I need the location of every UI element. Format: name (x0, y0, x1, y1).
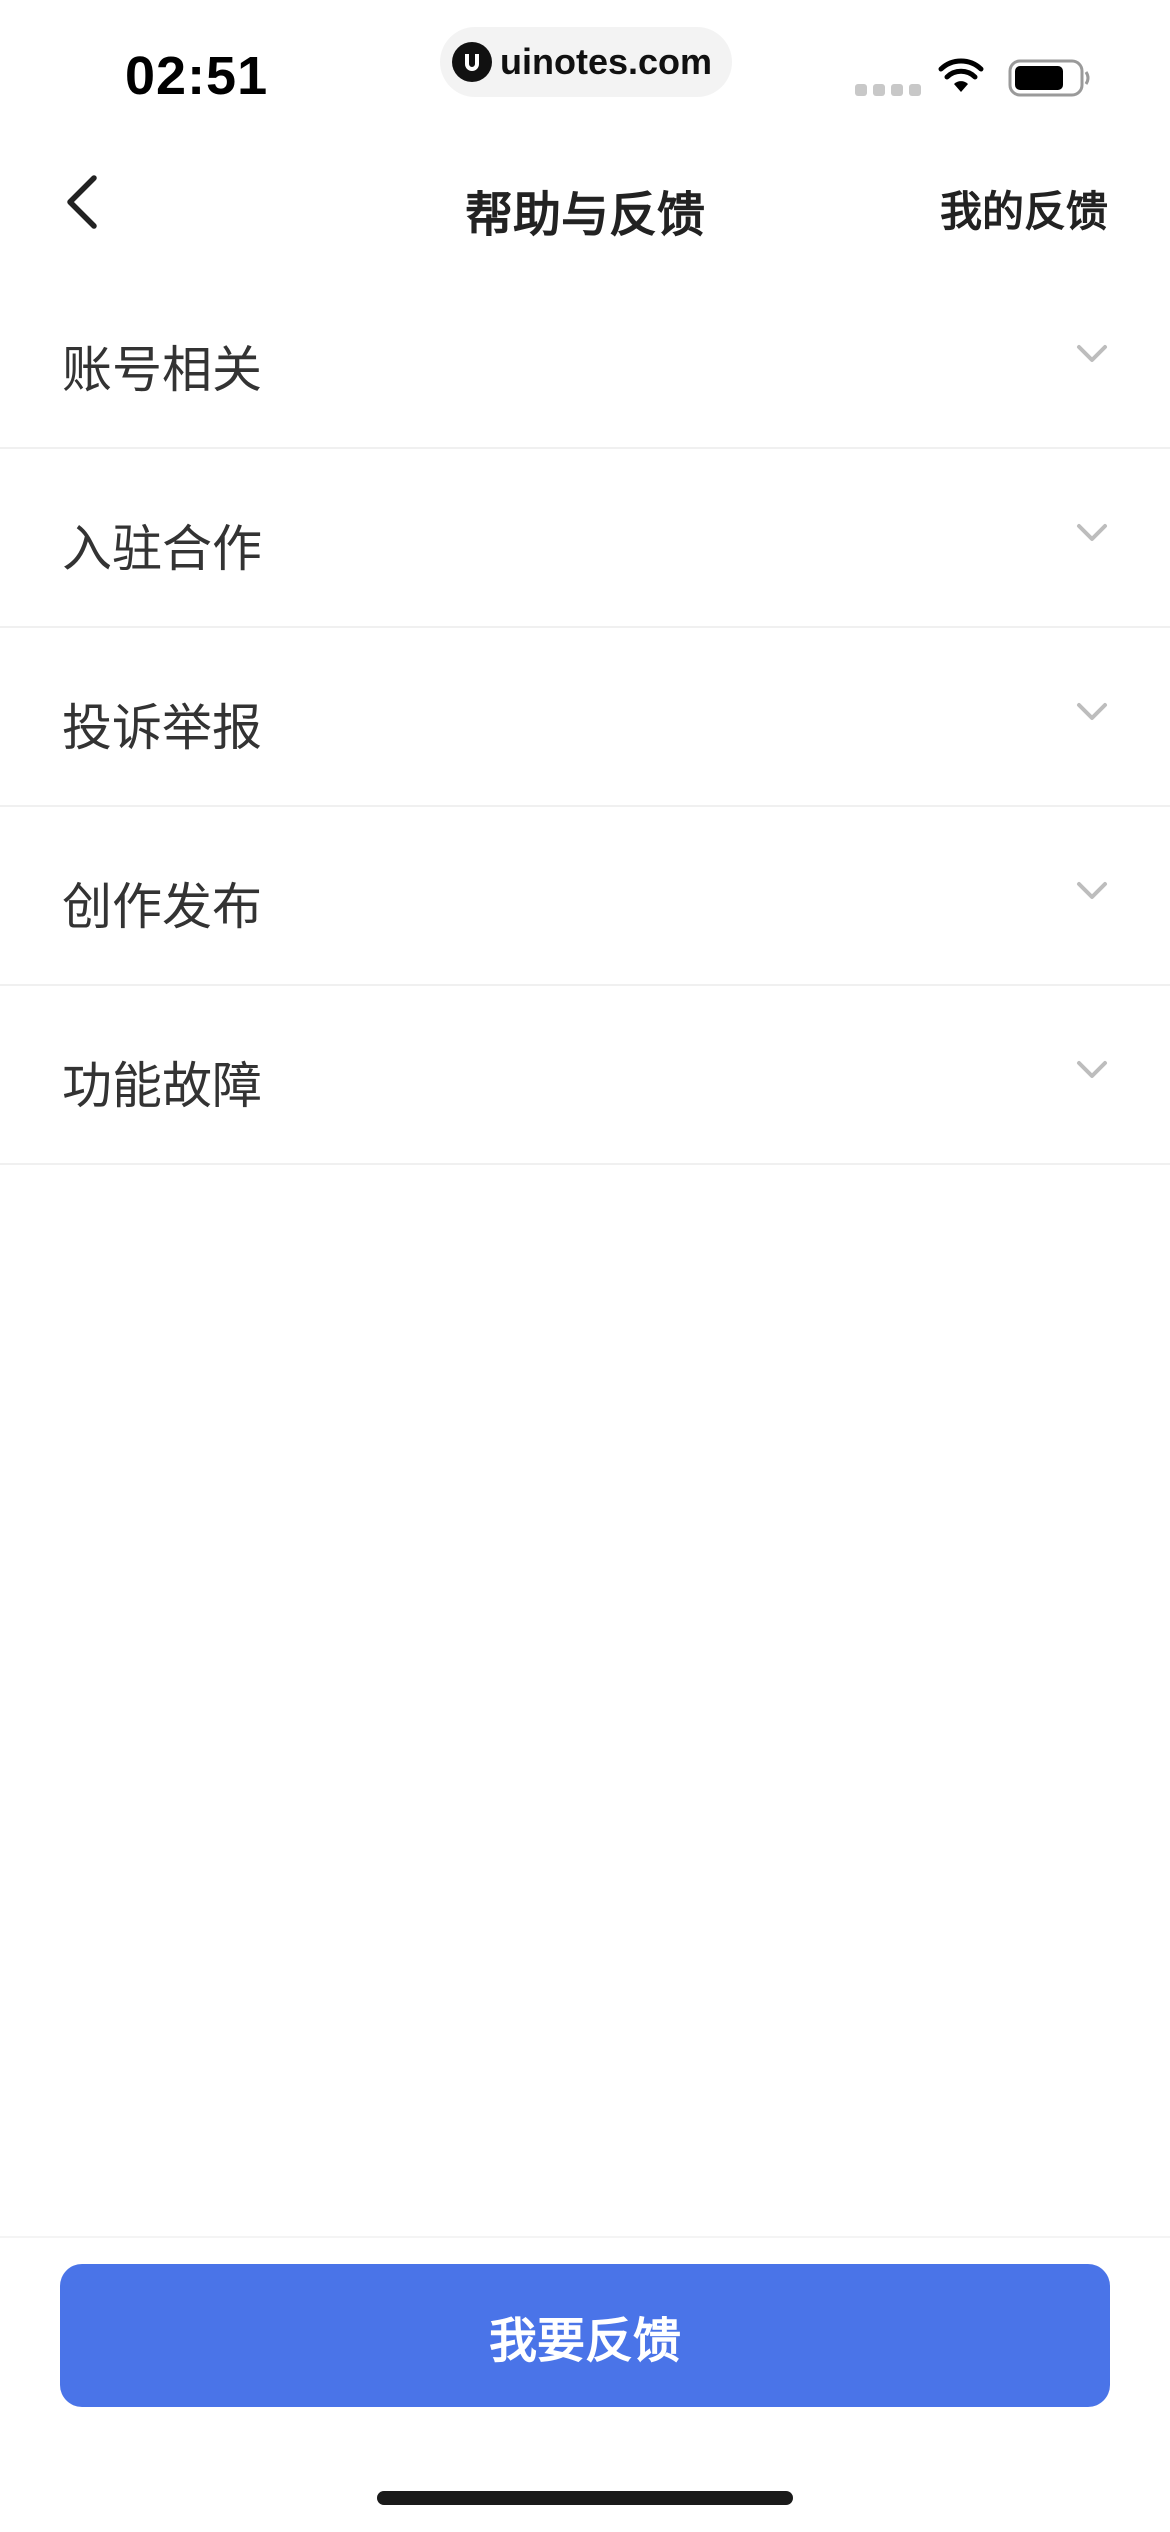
status-time: 02:51 (125, 46, 269, 106)
faq-item-report[interactable]: 投诉举报 (0, 628, 1170, 807)
wifi-icon (938, 58, 984, 98)
help-feedback-screen: 02:51 uinotes.com 帮助与反馈 我的反馈 账号相关 入驻合作 投… (0, 0, 1170, 2532)
status-bar: 02:51 uinotes.com (0, 0, 1170, 140)
faq-item-account[interactable]: 账号相关 (0, 270, 1170, 449)
faq-item-publishing[interactable]: 创作发布 (0, 807, 1170, 986)
site-badge: uinotes.com (440, 27, 732, 97)
faq-item-label: 创作发布 (62, 878, 262, 936)
faq-item-label: 投诉举报 (62, 699, 262, 757)
site-label: uinotes.com (500, 41, 713, 82)
submit-feedback-button[interactable]: 我要反馈 (60, 2264, 1110, 2407)
site-logo-icon (452, 42, 492, 82)
faq-item-label: 账号相关 (62, 341, 262, 399)
my-feedback-link[interactable]: 我的反馈 (940, 178, 1108, 239)
chevron-down-icon (1077, 524, 1107, 541)
chevron-down-icon (1077, 345, 1107, 362)
faq-item-bugs[interactable]: 功能故障 (0, 986, 1170, 1165)
home-indicator[interactable] (377, 2491, 793, 2505)
faq-item-partnership[interactable]: 入驻合作 (0, 449, 1170, 628)
faq-item-label: 功能故障 (62, 1057, 262, 1115)
chevron-down-icon (1077, 703, 1107, 720)
chevron-down-icon (1077, 1061, 1107, 1078)
nav-bar: 帮助与反馈 我的反馈 (0, 150, 1170, 265)
signal-icon (855, 84, 921, 96)
battery-icon (1008, 58, 1092, 102)
bottom-action-bar: 我要反馈 (0, 2236, 1170, 2532)
chevron-down-icon (1077, 882, 1107, 899)
faq-category-list: 账号相关 入驻合作 投诉举报 创作发布 功能故障 (0, 270, 1170, 1165)
faq-item-label: 入驻合作 (62, 520, 262, 578)
